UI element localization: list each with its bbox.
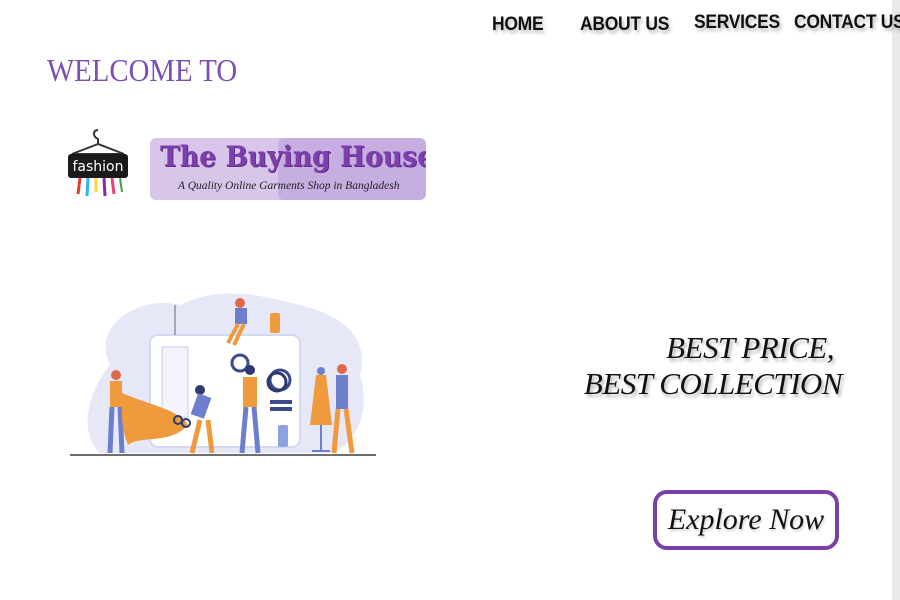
fashion-hanger-logo-icon: fashion <box>68 129 128 197</box>
nav-home-link[interactable]: HOME <box>492 14 544 36</box>
buying-house-logo: The Buying House A Quality Online Garmen… <box>150 138 426 200</box>
scrollbar[interactable] <box>892 0 900 600</box>
nav-contact-link[interactable]: CONTACT US <box>794 12 900 34</box>
explore-now-button[interactable]: Explore Now <box>653 490 839 550</box>
hero-line-1: BEST PRICE, <box>666 330 834 365</box>
hero-tagline: BEST PRICE, BEST COLLECTION <box>583 330 843 402</box>
nav-services-link[interactable]: SERVICES <box>694 12 780 34</box>
nav-about-link[interactable]: ABOUT US <box>580 14 669 36</box>
logo-icon-text: fashion <box>72 159 123 175</box>
logo-tagline: A Quality Online Garments Shop in Bangla… <box>178 180 400 192</box>
logo-title: The Buying House <box>160 140 426 173</box>
top-nav: HOME ABOUT US SERVICES CONTACT US <box>0 0 900 60</box>
tailoring-illustration <box>70 293 376 456</box>
hero-line-2: BEST COLLECTION <box>583 366 843 401</box>
welcome-heading: WELCOME TO <box>47 52 238 88</box>
